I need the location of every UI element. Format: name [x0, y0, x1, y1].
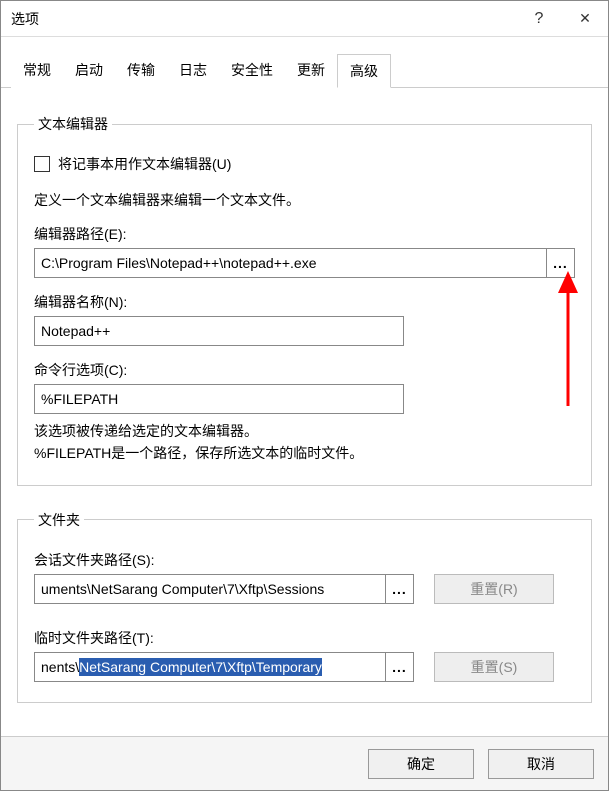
session-folder-reset-button[interactable]: 重置(R)	[434, 574, 554, 604]
editor-path-browse-button[interactable]: ...	[547, 248, 575, 278]
temp-folder-selection: NetSarang Computer\7\Xftp\Temporary	[79, 658, 322, 676]
dialog-button-bar: 确定 取消	[1, 736, 608, 790]
use-notepad-label: 将记事本用作文本编辑器(U)	[58, 154, 231, 174]
group-text-editor: 文本编辑器 将记事本用作文本编辑器(U) 定义一个文本编辑器来编辑一个文本文件。…	[17, 114, 592, 486]
cmd-options-label: 命令行选项(C):	[34, 360, 575, 380]
temp-folder-input[interactable]: nents\NetSarang Computer\7\Xftp\Temporar…	[34, 652, 386, 682]
tab-update[interactable]: 更新	[285, 54, 337, 88]
options-dialog: 选项 ? ✕ 常规 启动 传输 日志 安全性 更新 高级 文本编辑器 将记事本用…	[0, 0, 609, 791]
temp-folder-reset-button[interactable]: 重置(S)	[434, 652, 554, 682]
help-icon[interactable]: ?	[516, 1, 562, 37]
window-title: 选项	[11, 9, 516, 29]
define-editor-hint: 定义一个文本编辑器来编辑一个文本文件。	[34, 190, 575, 210]
editor-path-input[interactable]	[34, 248, 547, 278]
editor-name-input[interactable]	[34, 316, 404, 346]
session-folder-label: 会话文件夹路径(S):	[34, 550, 575, 570]
session-folder-row: ... 重置(R)	[34, 574, 575, 604]
cmd-options-input[interactable]	[34, 384, 404, 414]
tab-advanced[interactable]: 高级	[337, 54, 391, 88]
temp-folder-label: 临时文件夹路径(T):	[34, 628, 575, 648]
temp-folder-row: nents\NetSarang Computer\7\Xftp\Temporar…	[34, 652, 575, 682]
tab-general[interactable]: 常规	[11, 54, 63, 88]
tab-log[interactable]: 日志	[167, 54, 219, 88]
cmd-hint-line1: 该选项被传递给选定的文本编辑器。	[34, 420, 575, 442]
ok-button[interactable]: 确定	[368, 749, 474, 779]
editor-path-label: 编辑器路径(E):	[34, 224, 575, 244]
session-folder-browse-button[interactable]: ...	[386, 574, 414, 604]
tab-content: 文本编辑器 将记事本用作文本编辑器(U) 定义一个文本编辑器来编辑一个文本文件。…	[1, 88, 608, 736]
group-folders-legend: 文件夹	[34, 510, 84, 530]
temp-folder-browse-button[interactable]: ...	[386, 652, 414, 682]
editor-path-row: ...	[34, 248, 575, 278]
group-folders: 文件夹 会话文件夹路径(S): ... 重置(R) 临时文件夹路径(T): ne…	[17, 510, 592, 703]
titlebar: 选项 ? ✕	[1, 1, 608, 37]
tab-security[interactable]: 安全性	[219, 54, 285, 88]
editor-name-label: 编辑器名称(N):	[34, 292, 575, 312]
tab-transfer[interactable]: 传输	[115, 54, 167, 88]
cmd-hint-line2: %FILEPATH是一个路径，保存所选文本的临时文件。	[34, 442, 575, 464]
use-notepad-row[interactable]: 将记事本用作文本编辑器(U)	[34, 154, 575, 174]
use-notepad-checkbox[interactable]	[34, 156, 50, 172]
cancel-button[interactable]: 取消	[488, 749, 594, 779]
tab-startup[interactable]: 启动	[63, 54, 115, 88]
temp-folder-prefix: nents\	[41, 659, 79, 675]
tab-strip: 常规 启动 传输 日志 安全性 更新 高级	[1, 37, 608, 88]
close-icon[interactable]: ✕	[562, 1, 608, 37]
session-folder-input[interactable]	[34, 574, 386, 604]
group-text-editor-legend: 文本编辑器	[34, 114, 112, 134]
cmd-hint: 该选项被传递给选定的文本编辑器。 %FILEPATH是一个路径，保存所选文本的临…	[34, 420, 575, 465]
